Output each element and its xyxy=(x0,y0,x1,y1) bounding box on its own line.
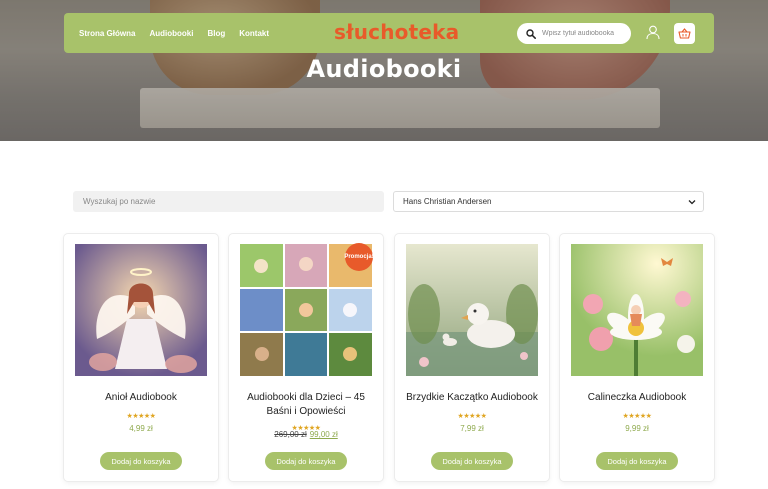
rating-stars: ★★★★★ xyxy=(126,413,156,420)
product-image-ugly-duckling[interactable] xyxy=(406,244,538,376)
basket-icon xyxy=(678,28,691,39)
old-price: 269,00 zł xyxy=(274,430,307,439)
search-icon[interactable] xyxy=(526,28,536,39)
nav-link-audiobooks[interactable]: Audiobooki xyxy=(149,29,193,38)
product-card: Promocja! Audiobooki dla Dzieci – 45 Baś… xyxy=(229,234,383,481)
product-card: Anioł Audiobook ★★★★★ 4,99 zł Dodaj do k… xyxy=(64,234,218,481)
rating-stars: ★★★★★ xyxy=(457,413,487,420)
cart-button[interactable] xyxy=(674,23,695,44)
author-filter-select[interactable]: Hans Christian Andersen xyxy=(393,191,704,212)
product-price: 4,99 zł xyxy=(129,424,153,433)
product-image-thumbelina[interactable] xyxy=(571,244,703,376)
header-search[interactable] xyxy=(517,23,631,44)
product-image-angel[interactable] xyxy=(75,244,207,376)
nav-link-contact[interactable]: Kontakt xyxy=(239,29,269,38)
name-filter-input[interactable] xyxy=(73,191,384,212)
chevron-down-icon xyxy=(688,200,696,205)
product-card: Brzydkie Kaczątko Audiobook ★★★★★ 7,99 z… xyxy=(395,234,549,481)
sale-badge: Promocja! xyxy=(344,243,374,271)
product-price: 9,99 zł xyxy=(625,424,649,433)
product-title[interactable]: Calineczka Audiobook xyxy=(568,391,706,405)
product-title[interactable]: Brzydkie Kaczątko Audiobook xyxy=(403,391,541,405)
sale-price: 99,00 zł xyxy=(309,430,338,439)
nav-menu: Strona Główna Audiobooki Blog Kontakt xyxy=(79,13,269,53)
rating-stars: ★★★★★ xyxy=(622,413,652,420)
product-card: Calineczka Audiobook ★★★★★ 9,99 zł Dodaj… xyxy=(560,234,714,481)
search-input[interactable] xyxy=(542,30,628,37)
top-navigation: Strona Główna Audiobooki Blog Kontakt sł… xyxy=(64,13,714,53)
product-price: 269,00 zł 99,00 zł xyxy=(229,430,383,439)
add-to-cart-button[interactable]: Dodaj do koszyka xyxy=(265,452,347,470)
page-title: Audiobooki xyxy=(306,55,462,83)
site-logo[interactable]: słuchoteka xyxy=(334,20,459,44)
add-to-cart-button[interactable]: Dodaj do koszyka xyxy=(100,452,182,470)
product-title[interactable]: Anioł Audiobook xyxy=(72,391,210,405)
author-filter-value: Hans Christian Andersen xyxy=(403,197,492,206)
nav-link-home[interactable]: Strona Główna xyxy=(79,29,135,38)
product-title[interactable]: Audiobooki dla Dzieci – 45 Baśni i Opowi… xyxy=(237,391,375,419)
user-icon[interactable] xyxy=(646,25,660,40)
add-to-cart-button[interactable]: Dodaj do koszyka xyxy=(596,452,678,470)
add-to-cart-button[interactable]: Dodaj do koszyka xyxy=(431,452,513,470)
product-price: 7,99 zł xyxy=(460,424,484,433)
nav-link-blog[interactable]: Blog xyxy=(207,29,225,38)
